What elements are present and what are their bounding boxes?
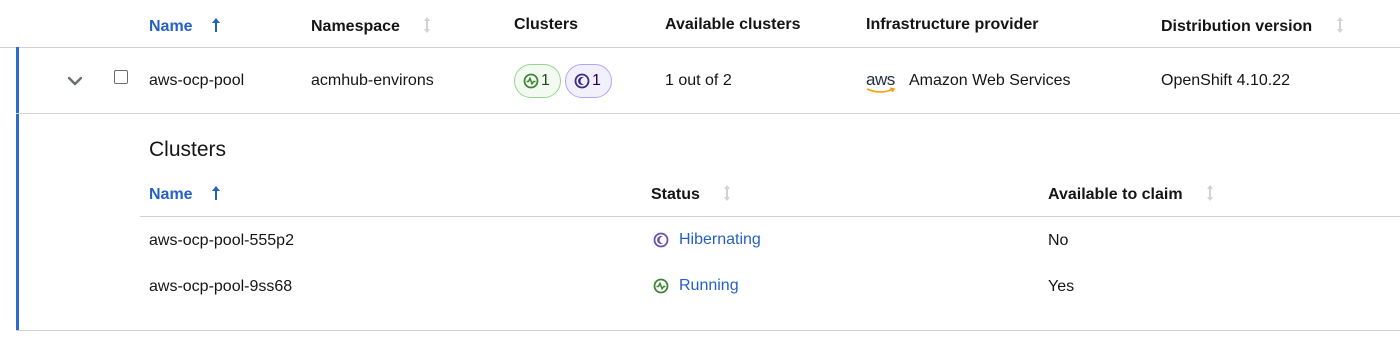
expanded-row-indicator <box>16 47 19 330</box>
clusters-section-title: Clusters <box>149 138 227 161</box>
sort-ascending-icon[interactable] <box>211 16 221 34</box>
sort-ascending-icon[interactable] <box>211 184 221 202</box>
aws-logo-icon: aws <box>866 67 898 95</box>
cluster-status-label: Running <box>679 277 739 294</box>
hibernating-icon <box>653 232 669 248</box>
column-header-namespace[interactable]: Namespace <box>311 16 432 36</box>
cluster-status-link[interactable]: Running <box>653 277 739 295</box>
sub-column-header-available-label: Available to claim <box>1048 186 1183 203</box>
sub-column-header-name-label: Name <box>149 186 193 203</box>
cluster-available-to-claim: No <box>1048 232 1069 249</box>
pool-name: aws-ocp-pool <box>149 72 245 89</box>
chevron-down-icon <box>67 76 83 86</box>
hibernating-clusters-label: 1 <box>565 64 612 98</box>
cluster-status-label: Hibernating <box>679 231 761 248</box>
column-header-name-label: Name <box>149 18 193 35</box>
sub-header-divider <box>140 216 1400 217</box>
row-select-checkbox[interactable] <box>114 70 128 84</box>
sub-column-header-name[interactable]: Name <box>149 184 221 204</box>
hibernating-icon <box>574 73 590 89</box>
cluster-name: aws-ocp-pool-9ss68 <box>149 278 293 295</box>
expanded-row-bottom-divider <box>16 330 1400 331</box>
column-header-name[interactable]: Name <box>149 16 221 36</box>
column-header-available-clusters: Available clusters <box>665 16 801 33</box>
column-header-distribution-version[interactable]: Distribution version <box>1161 16 1345 36</box>
pool-namespace: acmhub-environs <box>311 72 434 89</box>
cluster-available-to-claim: Yes <box>1048 278 1075 295</box>
hibernating-count: 1 <box>592 72 601 89</box>
running-clusters-label: 1 <box>514 64 561 98</box>
available-clusters-value: 1 out of 2 <box>665 72 732 89</box>
sort-icon[interactable] <box>722 184 732 202</box>
collapse-row-toggle[interactable] <box>66 72 84 90</box>
cluster-status-link[interactable]: Hibernating <box>653 231 761 249</box>
column-header-namespace-label: Namespace <box>311 18 400 35</box>
column-header-infrastructure-provider: Infrastructure provider <box>866 16 1039 33</box>
header-divider <box>0 47 1400 48</box>
sort-icon[interactable] <box>422 16 432 34</box>
sub-column-header-status-label: Status <box>651 186 700 203</box>
column-header-clusters: Clusters <box>514 16 579 33</box>
cluster-name: aws-ocp-pool-555p2 <box>149 232 294 249</box>
distribution-version-value: OpenShift 4.10.22 <box>1161 72 1290 89</box>
running-icon <box>653 278 669 294</box>
row-divider <box>16 113 1400 114</box>
running-icon <box>523 73 539 89</box>
sort-icon[interactable] <box>1335 16 1345 34</box>
sub-column-header-status[interactable]: Status <box>651 184 732 204</box>
sub-column-header-available-to-claim[interactable]: Available to claim <box>1048 184 1215 204</box>
infrastructure-provider-value: Amazon Web Services <box>909 72 1071 89</box>
column-header-distribution-version-label: Distribution version <box>1161 18 1313 35</box>
running-count: 1 <box>541 72 550 89</box>
sort-icon[interactable] <box>1205 184 1215 202</box>
